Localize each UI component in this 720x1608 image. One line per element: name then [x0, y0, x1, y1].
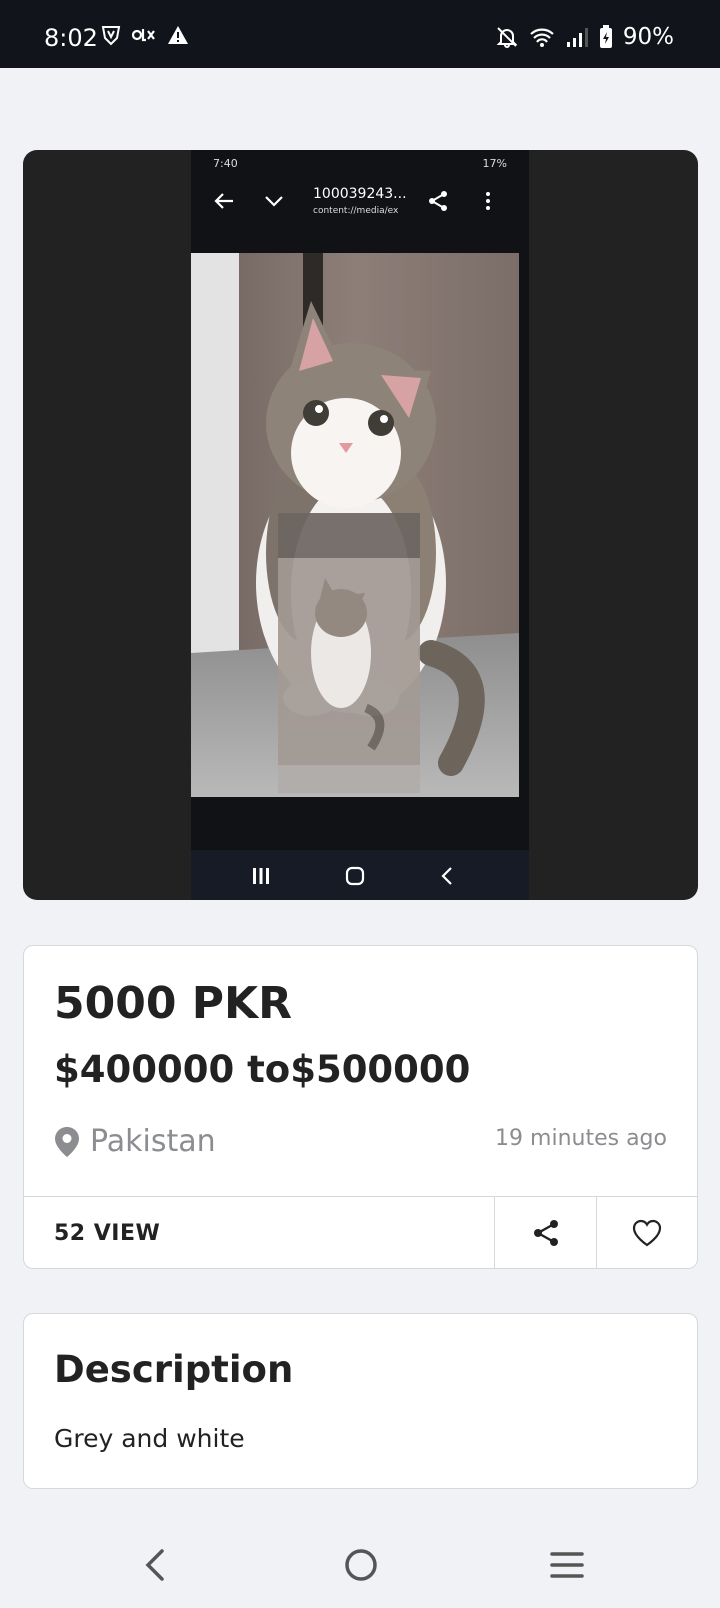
vpn-shield-icon [101, 26, 121, 46]
description-text: Grey and white [54, 1424, 245, 1453]
cat-photo [191, 253, 519, 797]
back-arrow-icon [214, 193, 233, 209]
nav-menu-icon[interactable] [550, 1548, 584, 1582]
warning-icon [168, 26, 188, 44]
battery-icon [599, 25, 612, 48]
nav-home-icon[interactable] [344, 1548, 378, 1582]
wifi-icon [530, 28, 554, 47]
photo-nav-bar [191, 850, 529, 900]
battery-percent: 90% [622, 24, 674, 50]
location-label: Pakistan [90, 1124, 216, 1159]
mute-bell-icon [496, 27, 518, 48]
nav-back-icon[interactable] [140, 1548, 168, 1582]
system-nav-bar [0, 1520, 720, 1608]
back-icon [441, 867, 452, 885]
photo-file-path: content://media/ex [313, 206, 399, 216]
listing-image-gallery[interactable]: 7:40 17% 100039243... content://media/ex [23, 150, 698, 900]
listing-photo: 7:40 17% 100039243... content://media/ex [191, 150, 529, 900]
photo-status-time: 7:40 [213, 157, 238, 170]
share-button[interactable] [494, 1197, 596, 1269]
listing-price: 5000 PKR [54, 978, 293, 1029]
signal-icon [566, 28, 588, 47]
photo-status-battery: 17% [482, 157, 507, 170]
photo-status-bar: 7:40 17% [191, 150, 529, 176]
favorite-button[interactable] [596, 1197, 697, 1269]
olx-icon [132, 29, 155, 42]
recents-icon [253, 868, 269, 884]
listing-actions-row: 52 VIEW [24, 1196, 697, 1269]
posted-time: 19 minutes ago [495, 1126, 667, 1151]
status-bar: 8:02 90% [0, 0, 720, 68]
view-count: 52 VIEW [54, 1221, 161, 1246]
listing-location: Pakistan [54, 1124, 216, 1159]
chevron-down-icon [265, 196, 283, 207]
heart-icon [632, 1219, 662, 1247]
location-pin-icon [55, 1126, 79, 1157]
status-time: 8:02 [44, 24, 98, 52]
description-heading: Description [54, 1348, 294, 1391]
listing-price-range: $400000 to$500000 [54, 1048, 471, 1091]
more-vertical-icon [486, 192, 490, 210]
photo-file-name: 100039243... [313, 186, 407, 202]
share-icon [533, 1220, 558, 1246]
home-icon [345, 866, 365, 886]
photo-toolbar: 100039243... content://media/ex [191, 176, 529, 226]
description-card: Description Grey and white [23, 1313, 698, 1489]
listing-info-card: 5000 PKR $400000 to$500000 Pakistan 19 m… [23, 945, 698, 1269]
share-icon [429, 191, 447, 211]
